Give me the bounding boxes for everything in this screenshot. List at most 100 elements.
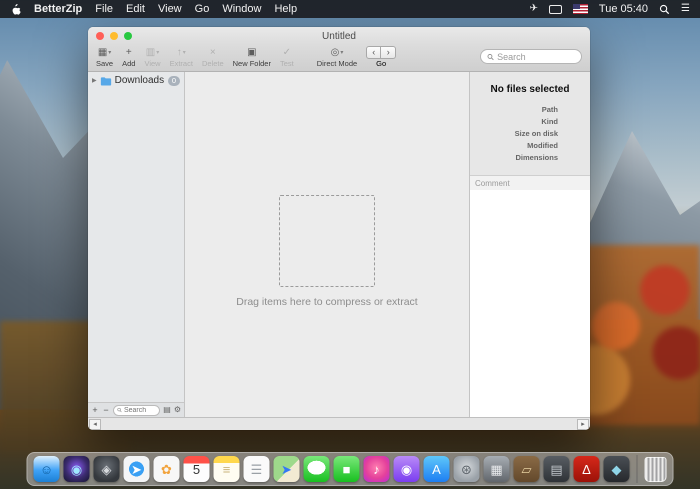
dock-glyph: ☺ xyxy=(40,463,53,476)
dock-icon-dark-app[interactable]: ◆ xyxy=(604,456,630,482)
menu-bar: BetterZip File Edit View Go Window Help ✈ Tue… xyxy=(0,0,700,18)
dock-glyph: ▱ xyxy=(522,463,532,476)
dock-icon-app-store[interactable]: A xyxy=(424,456,450,482)
menu-item-file[interactable]: File xyxy=(95,3,113,15)
drop-hint-text: Drag items here to compress or extract xyxy=(185,296,469,308)
dock-icon-system-preferences[interactable]: ⊛ xyxy=(454,456,480,482)
dock-icon-calendar[interactable]: 5 xyxy=(184,456,210,482)
notification-center-icon[interactable]: ☰ xyxy=(681,4,690,14)
test-button[interactable]: ✓ Test xyxy=(280,46,294,68)
desktop: BetterZip File Edit View Go Window Help ✈ Tue… xyxy=(0,0,700,489)
add-button[interactable]: + Add xyxy=(122,46,135,68)
chevron-down-icon: ▾ xyxy=(108,50,111,56)
dock-glyph: ▦ xyxy=(490,463,502,476)
close-button[interactable] xyxy=(96,32,104,40)
sidebar-search-field[interactable] xyxy=(113,405,160,416)
dock-divider xyxy=(637,455,638,483)
toolbar-search-field[interactable] xyxy=(480,49,582,64)
back-button[interactable]: ‹ xyxy=(366,46,381,59)
app-menu-betterzip[interactable]: BetterZip xyxy=(34,3,82,15)
new-folder-icon: ▣ xyxy=(247,48,256,58)
scroll-right-button[interactable]: ▸ xyxy=(577,419,589,430)
dock-icon-safari[interactable]: ➤ xyxy=(124,456,150,482)
extract-button[interactable]: ↑▾ Extract xyxy=(170,46,193,68)
new-folder-button[interactable]: ▣ New Folder xyxy=(233,46,271,68)
dock-icon-archive[interactable]: ▤ xyxy=(544,456,570,482)
menu-clock[interactable]: Tue 05:40 xyxy=(599,3,648,15)
title-bar[interactable]: Untitled xyxy=(88,27,590,45)
delete-button[interactable]: × Delete xyxy=(202,46,224,68)
gear-icon[interactable]: ⚙ xyxy=(174,406,181,414)
view-button[interactable]: ▥▾ View xyxy=(144,46,160,68)
test-icon: ✓ xyxy=(283,48,291,58)
dock-icon-photos[interactable]: ✿ xyxy=(154,456,180,482)
sidebar-search-input[interactable] xyxy=(124,407,156,414)
betterzip-window: Untitled ▦▾ Save + Add ▥▾ View ↑▾ Extrac… xyxy=(88,27,590,430)
dock-icon-gray-utility[interactable]: ▦ xyxy=(484,456,510,482)
search-icon xyxy=(117,407,122,413)
dock-glyph: ➤ xyxy=(131,463,142,476)
dock-icon-itunes[interactable]: ♪ xyxy=(364,456,390,482)
menu-item-help[interactable]: Help xyxy=(274,3,297,15)
dock-icon-facetime[interactable]: ■ xyxy=(334,456,360,482)
dock-glyph: ▤ xyxy=(550,463,562,476)
dock-icon-siri[interactable]: ◉ xyxy=(64,456,90,482)
window-title: Untitled xyxy=(88,31,590,42)
toolbar: ▦▾ Save + Add ▥▾ View ↑▾ Extract × Delet… xyxy=(88,45,590,72)
delete-icon: × xyxy=(210,48,216,58)
dock-icon-launchpad[interactable]: ◈ xyxy=(94,456,120,482)
remove-favorite-button[interactable]: − xyxy=(102,406,110,415)
dock-icon-acrobat[interactable]: ∆ xyxy=(574,456,600,482)
dock-glyph: ☰ xyxy=(251,463,263,476)
dock-icon-folder[interactable]: ▱ xyxy=(514,456,540,482)
search-input[interactable] xyxy=(497,52,575,62)
scroll-left-button[interactable]: ◂ xyxy=(89,419,101,430)
dock-icon-finder[interactable]: ☺ xyxy=(34,456,60,482)
display-icon[interactable] xyxy=(549,5,562,14)
spotlight-icon[interactable] xyxy=(659,4,670,15)
menu-item-edit[interactable]: Edit xyxy=(126,3,145,15)
dock-icon-maps[interactable]: ➤ xyxy=(274,456,300,482)
menu-item-go[interactable]: Go xyxy=(195,3,210,15)
save-button[interactable]: ▦▾ Save xyxy=(96,46,113,68)
menu-item-view[interactable]: View xyxy=(158,3,182,15)
sidebar-item-label: Downloads xyxy=(115,75,164,86)
chevron-down-icon: ▾ xyxy=(183,50,186,56)
drop-target[interactable] xyxy=(279,195,375,287)
zoom-button[interactable] xyxy=(124,32,132,40)
comment-input[interactable] xyxy=(470,190,590,417)
menu-item-window[interactable]: Window xyxy=(222,3,261,15)
chevron-down-icon: ▾ xyxy=(340,50,343,56)
go-label: Go xyxy=(376,59,386,68)
inspector-info-section: No files selected PathKindSize on diskMo… xyxy=(470,72,590,175)
inspector-panel: No files selected PathKindSize on diskMo… xyxy=(470,72,590,417)
dock-glyph: ◆ xyxy=(612,463,622,476)
menu-bar-status-area: ✈ Tue 05:40 ☰ xyxy=(530,3,691,15)
folder-icon xyxy=(100,76,112,86)
paper-plane-icon[interactable]: ✈ xyxy=(530,4,538,14)
dock-glyph: A xyxy=(432,463,441,476)
add-favorite-button[interactable]: + xyxy=(91,406,99,415)
inspector-empty-title: No files selected xyxy=(476,84,584,95)
view-icon: ▥ xyxy=(146,48,155,58)
minimize-button[interactable] xyxy=(110,32,118,40)
archive-content-area[interactable]: Drag items here to compress or extract xyxy=(185,72,470,417)
dock-icon-messages[interactable] xyxy=(304,456,330,482)
field-label-kind: Kind xyxy=(476,117,584,126)
dock-glyph: ♪ xyxy=(373,463,380,476)
apple-menu[interactable] xyxy=(10,3,21,16)
doc-icon[interactable]: ▤ xyxy=(163,406,171,414)
disclosure-icon[interactable]: ▶ xyxy=(92,77,97,84)
sidebar-item-downloads[interactable]: ▶ Downloads 0 xyxy=(88,72,184,88)
us-flag-icon[interactable] xyxy=(573,4,588,14)
flag-union xyxy=(573,4,580,9)
dock-glyph: ⊛ xyxy=(461,463,472,476)
direct-mode-button[interactable]: ◎▾ Direct Mode xyxy=(317,46,357,68)
window-controls xyxy=(96,32,132,40)
dock-icon-notes[interactable]: ≡ xyxy=(214,456,240,482)
forward-button[interactable]: › xyxy=(381,46,396,59)
dock-glyph: ◉ xyxy=(71,463,82,476)
dock-icon-reminders[interactable]: ☰ xyxy=(244,456,270,482)
dock-icon-podcasts[interactable]: ◉ xyxy=(394,456,420,482)
trash-icon[interactable] xyxy=(645,457,667,482)
